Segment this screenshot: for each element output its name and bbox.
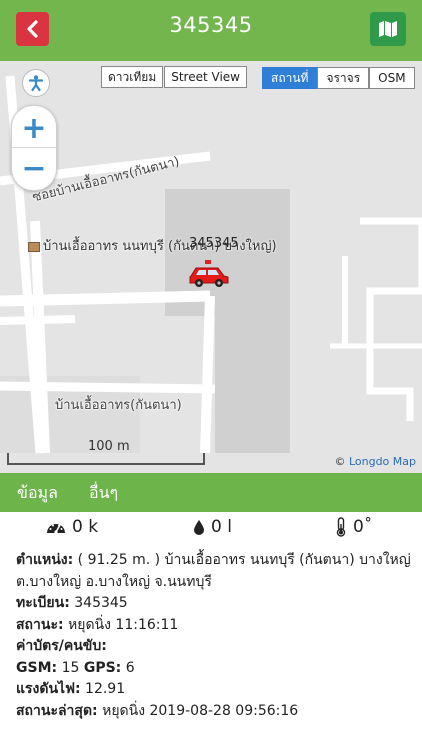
card-label: ค่าบัตร/คนขับ: <box>16 638 107 654</box>
street-view-button[interactable]: Street View <box>164 66 247 88</box>
tab-info[interactable]: ข้อมูล <box>17 481 58 506</box>
signal-row: GSM: 15 GPS: 6 <box>16 658 412 680</box>
status-row: สถานะ: หยุดนิ่ง 11:16:11 <box>16 615 412 637</box>
vehicle-label: 345345 <box>189 236 239 251</box>
stats-row: 0 k 0 l 0˚ <box>0 517 422 545</box>
plate-value: 345345 <box>74 595 128 611</box>
overlay-osm-button[interactable]: OSM <box>369 67 415 89</box>
gps-label: GPS: <box>83 659 122 676</box>
scale-label: 100 m <box>88 439 130 454</box>
card-row: ค่าบัตร/คนขับ: <box>16 636 412 658</box>
speedometer-icon <box>47 524 65 534</box>
road-label: บ้านเอื้ออาทร(กันตนา) <box>55 398 182 413</box>
location-row: ตำแหน่ง: ( 91.25 m. ) บ้านเอื้ออาทร นนทบ… <box>16 550 412 593</box>
voltage-row: แรงดันไฟ: 12.91 <box>16 679 412 701</box>
status-value: หยุดนิ่ง 11:16:11 <box>68 616 179 633</box>
poi-text: บ้านเอื้ออาทร นนทบุรี (กันตนา) บางใหญ่) <box>43 239 277 254</box>
zoom-in-button[interactable]: + <box>12 108 56 148</box>
speed-stat: 0 k <box>46 517 98 537</box>
zoom-control: + − <box>11 105 57 191</box>
status-label: สถานะ: <box>16 616 64 633</box>
temperature-value: 0˚ <box>353 517 373 537</box>
poi-label: บ้านเอื้ออาทร นนทบุรี (กันตนา) บางใหญ่) <box>28 235 277 256</box>
location-label: ตำแหน่ง: <box>16 552 74 568</box>
temperature-stat: 0˚ <box>335 517 372 537</box>
scale-bar <box>7 453 205 465</box>
overlay-place-button[interactable]: สถานที่ <box>262 67 318 89</box>
app-header: 345345 <box>0 0 422 61</box>
fuel-drop-icon <box>194 519 204 535</box>
person-icon <box>28 75 44 92</box>
fuel-stat: 0 l <box>193 517 232 537</box>
page-title: 345345 <box>169 13 253 37</box>
gsm-value: 15 <box>61 659 80 676</box>
map-attribution[interactable]: © Longdo Map <box>334 455 416 468</box>
latest-status-row: สถานะล่าสุด: หยุดนิ่ง 2019-08-28 09:56:1… <box>16 701 412 723</box>
tab-other[interactable]: อื่นๆ <box>89 481 118 506</box>
map-icon <box>379 21 397 37</box>
location-button[interactable] <box>22 69 50 97</box>
overlay-traffic-button[interactable]: จราจร <box>317 67 370 89</box>
poi-icon <box>28 241 40 252</box>
attribution-link[interactable]: Longdo Map <box>349 455 416 468</box>
latest-status-label: สถานะล่าสุด: <box>16 702 98 719</box>
gps-value: 6 <box>125 659 135 676</box>
thermometer-icon <box>336 517 346 537</box>
plate-row: ทะเบียน: 345345 <box>16 593 412 615</box>
vehicle-info: ตำแหน่ง: ( 91.25 m. ) บ้านเอื้ออาทร นนทบ… <box>16 550 412 722</box>
map-view[interactable]: + − ดาวเทียม Street View สถานที่ จราจร O… <box>0 61 422 473</box>
plate-label: ทะเบียน: <box>16 595 70 611</box>
speed-value: 0 k <box>72 517 99 537</box>
gsm-label: GSM: <box>16 659 58 676</box>
voltage-value: 12.91 <box>85 681 126 697</box>
satellite-button[interactable]: ดาวเทียม <box>101 66 164 88</box>
location-value: ( 91.25 m. ) บ้านเอื้ออาทร นนทบุรี (กันต… <box>16 552 411 590</box>
overlay-selector: สถานที่ จราจร OSM <box>262 67 415 89</box>
map-type-selector: ดาวเทียม Street View <box>101 66 247 88</box>
latest-status-value: หยุดนิ่ง 2019-08-28 09:56:16 <box>102 702 299 719</box>
map-view-button[interactable] <box>370 12 406 46</box>
car-icon[interactable] <box>188 260 230 288</box>
fuel-value: 0 l <box>211 517 232 537</box>
copyright-symbol: © <box>334 455 346 468</box>
tab-bar: ข้อมูล อื่นๆ <box>0 473 422 512</box>
voltage-label: แรงดันไฟ: <box>16 681 81 697</box>
